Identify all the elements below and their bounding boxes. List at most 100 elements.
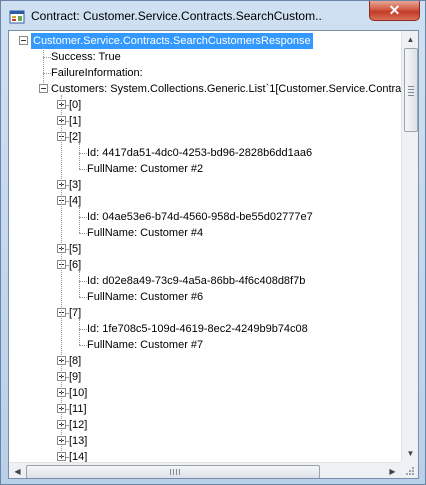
tree-connector [79, 281, 87, 282]
tree-node-fullname[interactable]: FullName: Customer #6 [85, 289, 205, 305]
arrow-down-icon: ▼ [406, 449, 415, 458]
tree-connector [66, 361, 68, 362]
collapse-icon[interactable] [39, 84, 48, 93]
tree-node-label: [11] [69, 403, 87, 415]
tree-node-fullname[interactable]: FullName: Customer #7 [85, 337, 205, 353]
tree-node-item[interactable]: [3] [67, 177, 83, 193]
tree-node-item[interactable]: [1] [67, 113, 83, 129]
tree-node-label: FailureInformation: [51, 67, 143, 79]
tree-connector [79, 143, 80, 169]
tree-node-item[interactable]: [14] [67, 449, 89, 462]
tree-node-success[interactable]: Success: True [49, 49, 123, 65]
tree-connector [79, 319, 80, 345]
tree-view-container: Customer.Service.Contracts.SearchCustome… [8, 30, 419, 479]
tree-node-label: [1] [69, 115, 82, 127]
close-icon: ✕ [388, 2, 401, 18]
tree-node-id[interactable]: Id: d02e8a49-73c9-4a5a-86bb-4f6c408d8f7b [85, 273, 307, 289]
tree-node-item[interactable]: [5] [67, 241, 83, 257]
tree-node-id[interactable]: Id: 04ae53e6-b74d-4560-958d-be55d02777e7 [85, 209, 315, 225]
tree-node-label: [7] [69, 307, 82, 319]
arrow-left-icon: ◀ [14, 467, 21, 476]
tree-connector [43, 45, 44, 83]
tree-node-item[interactable]: [7] [67, 305, 83, 321]
tree-node-id[interactable]: Id: 4417da51-4dc0-4253-bd96-2828b6dd1aa6 [85, 145, 314, 161]
arrow-right-icon: ▶ [389, 467, 396, 476]
grip-icon [170, 469, 182, 475]
scroll-down-button[interactable]: ▼ [402, 445, 418, 462]
tree-node-id[interactable]: Id: 1fe708c5-109d-4619-8ec2-4249b9b74c08 [85, 321, 310, 337]
vertical-scroll-thumb[interactable] [404, 48, 418, 132]
tree-node-label: [2] [69, 131, 82, 143]
tree-node-item[interactable]: [0] [67, 97, 83, 113]
app-form-icon [9, 10, 25, 24]
tree-node-label: FullName: Customer #2 [87, 163, 204, 175]
tree-node-item[interactable]: [4] [67, 193, 83, 209]
tree-connector [66, 249, 68, 250]
tree-node-label: Success: True [51, 51, 121, 63]
scroll-up-button[interactable]: ▲ [402, 31, 418, 48]
scroll-right-button[interactable]: ▶ [384, 463, 401, 478]
tree-node-label: FullName: Customer #6 [87, 291, 204, 303]
tree-connector [66, 457, 68, 458]
tree-connector [61, 95, 62, 462]
window-title: Contract: Customer.Service.Contracts.Sea… [31, 9, 323, 23]
tree-node-failure-information[interactable]: FailureInformation: [49, 65, 145, 81]
tree-connector [79, 207, 80, 233]
resize-grip-icon [406, 467, 414, 475]
tree-connector [79, 297, 87, 298]
tree-node-fullname[interactable]: FullName: Customer #2 [85, 161, 205, 177]
scroll-left-button[interactable]: ◀ [9, 463, 26, 478]
tree-node-item[interactable]: [2] [67, 129, 83, 145]
tree-node-item[interactable]: [9] [67, 369, 83, 385]
collapse-icon[interactable] [19, 36, 28, 45]
tree-node-label: [14] [69, 451, 88, 462]
tree-node-item[interactable]: [12] [67, 417, 89, 433]
tree-connector [66, 201, 68, 202]
tree-node-customers[interactable]: Customers: System.Collections.Generic.Li… [49, 81, 401, 97]
tree-node-root[interactable]: Customer.Service.Contracts.SearchCustome… [31, 33, 313, 49]
tree-node-label: [9] [69, 371, 82, 383]
tree-connector [43, 57, 51, 58]
horizontal-scroll-thumb[interactable] [26, 465, 320, 478]
horizontal-scrollbar[interactable]: ◀ ▶ [9, 462, 401, 478]
tree-node-item[interactable]: [6] [67, 257, 83, 273]
tree-node-label: FullName: Customer #7 [87, 339, 204, 351]
tree-connector [79, 153, 87, 154]
tree-connector [66, 441, 68, 442]
tree-view[interactable]: Customer.Service.Contracts.SearchCustome… [9, 31, 401, 462]
tree-connector [79, 233, 87, 234]
tree-connector [66, 409, 68, 410]
tree-node-label: Id: 4417da51-4dc0-4253-bd96-2828b6dd1aa6 [87, 147, 313, 159]
tree-connector [79, 329, 87, 330]
tree-connector [66, 105, 68, 106]
tree-node-item[interactable]: [11] [67, 401, 89, 417]
tree-node-label: Id: 04ae53e6-b74d-4560-958d-be55d02777e7 [87, 211, 313, 223]
tree-connector [79, 217, 87, 218]
tree-node-label: Customer.Service.Contracts.SearchCustome… [31, 33, 313, 49]
tree-node-item[interactable]: [13] [67, 433, 89, 449]
tree-node-label: Id: 1fe708c5-109d-4619-8ec2-4249b9b74c08 [87, 323, 308, 335]
close-button[interactable]: ✕ [369, 1, 420, 21]
tree-node-label: [5] [69, 243, 82, 255]
tree-node-label: [6] [69, 259, 82, 271]
tree-node-item[interactable]: [10] [67, 385, 89, 401]
tree-node-label: [13] [69, 435, 88, 447]
tree-node-fullname[interactable]: FullName: Customer #4 [85, 225, 205, 241]
tree-node-label: [4] [69, 195, 82, 207]
tree-node-item[interactable]: [8] [67, 353, 83, 369]
grip-icon [408, 86, 414, 98]
tree-connector [66, 313, 68, 314]
tree-connector [66, 265, 68, 266]
title-bar[interactable]: Contract: Customer.Service.Contracts.Sea… [1, 1, 425, 31]
tree-node-label: [3] [69, 179, 82, 191]
tree-connector [66, 137, 68, 138]
tree-connector [79, 271, 80, 297]
tree-connector [43, 73, 51, 74]
size-grip[interactable] [401, 462, 418, 478]
tree-connector [66, 377, 68, 378]
tree-connector [66, 121, 68, 122]
tree-node-label: [10] [69, 387, 88, 399]
vertical-scrollbar[interactable]: ▲ ▼ [401, 31, 418, 462]
tree-connector [79, 169, 87, 170]
tree-node-label: [12] [69, 419, 88, 431]
